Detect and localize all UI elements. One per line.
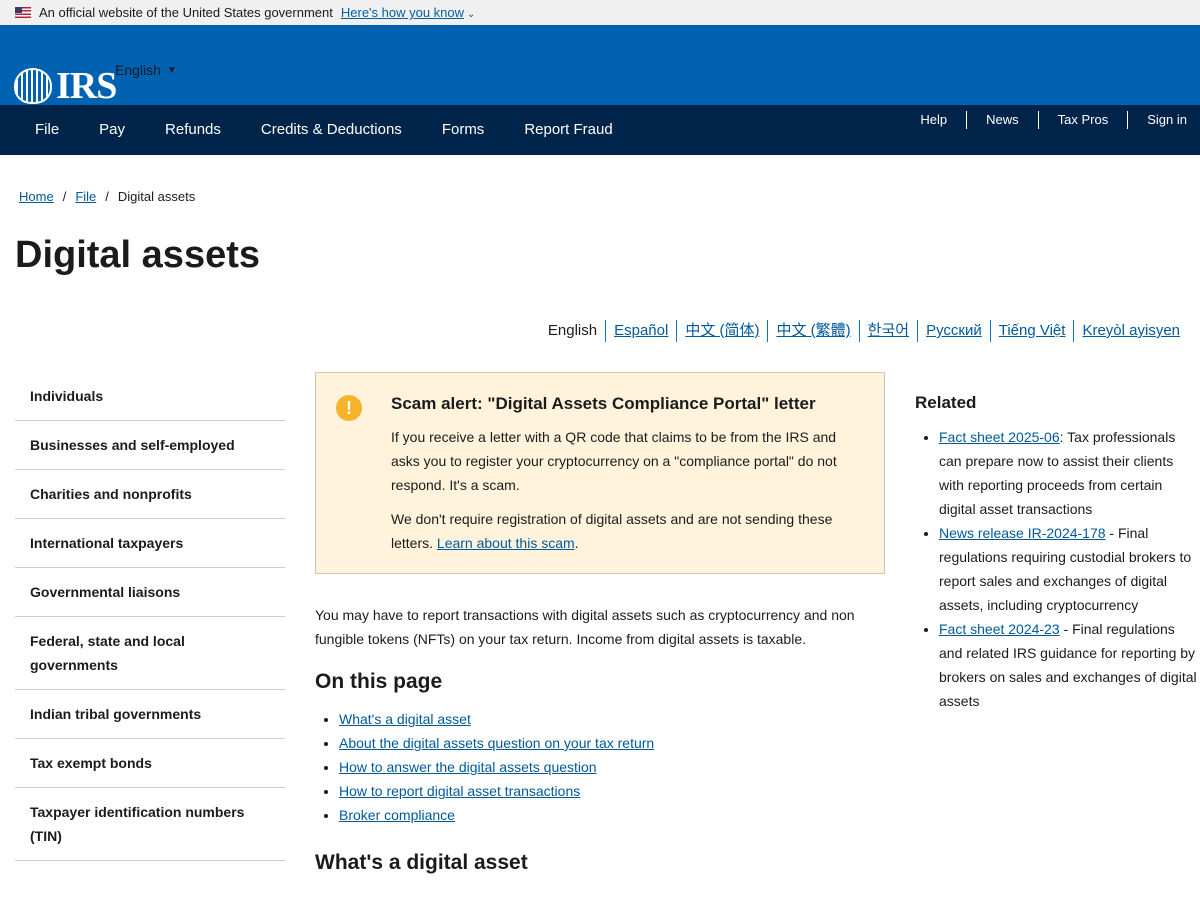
breadcrumb: Home / File / Digital assets — [19, 189, 195, 204]
list-item: How to report digital asset transactions — [339, 779, 654, 803]
main-navbar: File Pay Refunds Credits & Deductions Fo… — [0, 105, 1200, 155]
lang-link-spanish[interactable]: Español — [605, 320, 676, 342]
page-title: Digital assets — [15, 234, 260, 276]
nav-item-report-fraud[interactable]: Report Fraud — [504, 105, 632, 155]
toc-link-whats-digital-asset[interactable]: What's a digital asset — [339, 711, 471, 727]
sidebar-item-charities[interactable]: Charities and nonprofits — [15, 470, 285, 519]
toc-link-how-to-report[interactable]: How to report digital asset transactions — [339, 783, 580, 799]
sidebar-item-international[interactable]: International taxpayers — [15, 519, 285, 568]
language-selector-label: English — [115, 62, 161, 78]
alert-paragraph-2-end: . — [574, 535, 579, 551]
toc-link-broker-compliance[interactable]: Broker compliance — [339, 807, 455, 823]
on-this-page-list: What's a digital asset About the digital… — [339, 707, 654, 827]
related-sidebar: Related Fact sheet 2025-06: Tax professi… — [915, 393, 1200, 713]
nav-item-forms[interactable]: Forms — [422, 105, 505, 155]
heres-how-you-know-link[interactable]: Here's how you know ⌄ — [341, 5, 476, 20]
list-item: What's a digital asset — [339, 707, 654, 731]
util-link-help[interactable]: Help — [901, 111, 966, 129]
scam-alert: ! Scam alert: "Digital Assets Compliance… — [315, 372, 885, 574]
lang-link-chinese-simplified[interactable]: 中文 (简体) — [676, 320, 767, 342]
list-item: Fact sheet 2025-06: Tax professionals ca… — [939, 425, 1200, 521]
nav-item-credits-deductions[interactable]: Credits & Deductions — [241, 105, 422, 155]
alert-title: Scam alert: "Digital Assets Compliance P… — [391, 394, 816, 413]
breadcrumb-separator: / — [62, 189, 67, 204]
lang-link-vietnamese[interactable]: Tiếng Việt — [989, 320, 1074, 342]
list-item: How to answer the digital assets questio… — [339, 755, 654, 779]
related-link-ir-2024-178[interactable]: News release IR-2024-178 — [939, 525, 1106, 541]
breadcrumb-home[interactable]: Home — [19, 189, 54, 204]
util-link-tax-pros[interactable]: Tax Pros — [1037, 111, 1128, 129]
main-nav: File Pay Refunds Credits & Deductions Fo… — [15, 105, 633, 155]
gov-banner-text: An official website of the United States… — [39, 5, 333, 20]
language-links: English Español 中文 (简体) 中文 (繁體) 한국어 Русс… — [540, 320, 1180, 342]
gov-banner: An official website of the United States… — [0, 0, 1200, 25]
related-link-fact-sheet-2025-06[interactable]: Fact sheet 2025-06 — [939, 429, 1060, 445]
chevron-down-icon: ⌄ — [467, 9, 476, 20]
sidebar-nav: Individuals Businesses and self-employed… — [15, 372, 285, 861]
sidebar-item-businesses[interactable]: Businesses and self-employed — [15, 421, 285, 470]
section-heading-whats-digital-asset: What's a digital asset — [315, 851, 528, 874]
breadcrumb-file[interactable]: File — [75, 189, 96, 204]
list-item: About the digital assets question on you… — [339, 731, 654, 755]
lang-link-chinese-traditional[interactable]: 中文 (繁體) — [767, 320, 858, 342]
irs-logo[interactable]: IRS — [14, 65, 117, 107]
us-flag-icon — [15, 7, 31, 18]
sidebar-item-governmental-liaisons[interactable]: Governmental liaisons — [15, 568, 285, 617]
on-this-page-heading: On this page — [315, 670, 443, 693]
alert-paragraph-1: If you receive a letter with a QR code t… — [391, 429, 837, 493]
toc-link-how-to-answer[interactable]: How to answer the digital assets questio… — [339, 759, 597, 775]
toc-link-digital-assets-question[interactable]: About the digital assets question on you… — [339, 735, 654, 751]
chevron-down-icon: ▼ — [166, 64, 177, 76]
nav-item-file[interactable]: File — [15, 105, 79, 155]
site-header: English ▼ IRS — [0, 25, 1200, 105]
lang-link-haitian-creole[interactable]: Kreyòl ayisyen — [1073, 320, 1180, 342]
list-item: Broker compliance — [339, 803, 654, 827]
learn-about-scam-link[interactable]: Learn about this scam — [437, 535, 575, 551]
warning-icon: ! — [336, 395, 362, 421]
heres-how-you-know-label: Here's how you know — [340, 5, 465, 20]
irs-logo-text: IRS — [56, 65, 117, 107]
breadcrumb-separator: / — [105, 189, 109, 204]
related-link-fact-sheet-2024-23[interactable]: Fact sheet 2024-23 — [939, 621, 1060, 637]
list-item: Fact sheet 2024-23 - Final regulations a… — [939, 617, 1200, 713]
nav-item-pay[interactable]: Pay — [79, 105, 145, 155]
lang-link-korean[interactable]: 한국어 — [858, 320, 917, 342]
alert-paragraph-2: We don't require registration of digital… — [391, 507, 864, 555]
language-selector[interactable]: English ▼ — [115, 62, 177, 78]
sidebar-item-tax-exempt-bonds[interactable]: Tax exempt bonds — [15, 739, 285, 788]
list-item: News release IR-2024-178 - Final regulat… — [939, 521, 1200, 617]
irs-eagle-icon — [14, 68, 52, 104]
related-list: Fact sheet 2025-06: Tax professionals ca… — [915, 425, 1200, 713]
intro-paragraph: You may have to report transactions with… — [315, 607, 855, 647]
sidebar-item-tin[interactable]: Taxpayer identification numbers (TIN) — [15, 788, 285, 861]
sidebar-item-tribal-governments[interactable]: Indian tribal governments — [15, 690, 285, 739]
sidebar-item-individuals[interactable]: Individuals — [15, 372, 285, 421]
related-heading: Related — [915, 393, 977, 412]
utility-nav: Help News Tax Pros Sign in — [901, 105, 1200, 135]
util-link-news[interactable]: News — [966, 111, 1038, 129]
breadcrumb-current: Digital assets — [117, 189, 196, 204]
nav-item-refunds[interactable]: Refunds — [145, 105, 241, 155]
lang-english-current: English — [547, 322, 598, 339]
util-link-sign-in[interactable]: Sign in — [1127, 111, 1200, 129]
sidebar-item-federal-state-local[interactable]: Federal, state and local governments — [15, 617, 285, 690]
lang-link-russian[interactable]: Русский — [917, 320, 990, 342]
